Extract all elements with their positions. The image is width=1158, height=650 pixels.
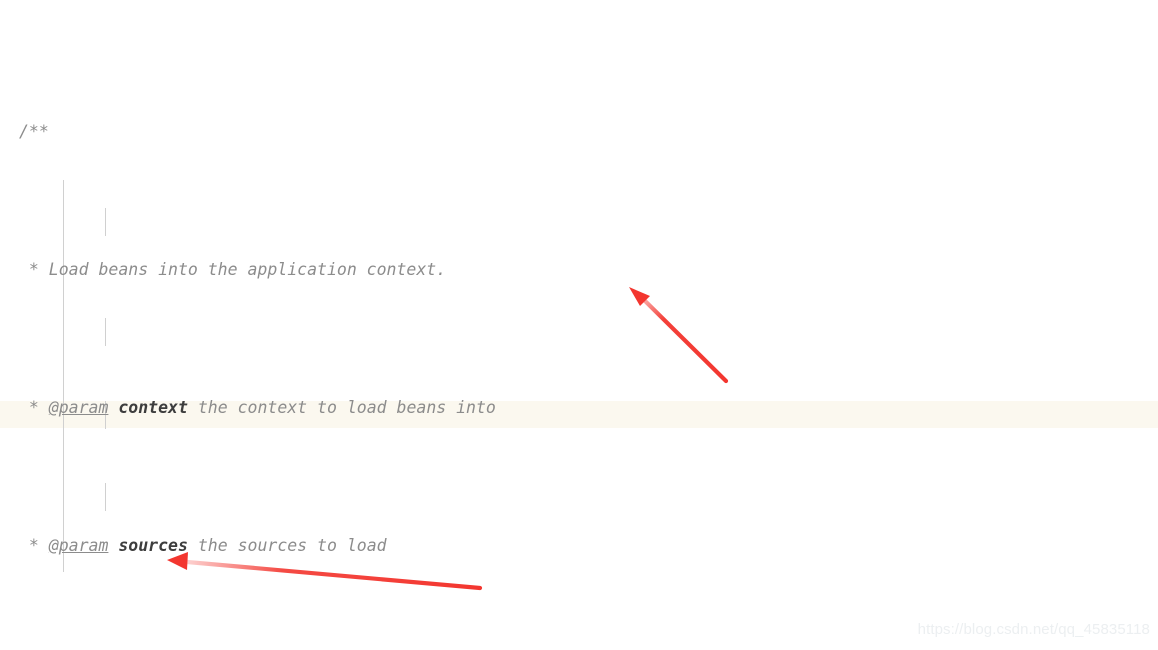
code-lines[interactable]: /** * Load beans into the application co… [0,8,1158,650]
javadoc-bullet: * [19,398,49,418]
javadoc-param-desc-context: the context to load beans into [197,398,496,418]
javadoc-space-3 [108,536,118,555]
code-line-javadoc-open[interactable]: /** [0,118,1158,146]
javadoc-space [108,398,118,417]
code-line-javadoc-param-context[interactable]: * @param context the context to load bea… [0,394,1158,422]
javadoc-param-tag-2: @param [48,536,109,556]
code-editor[interactable]: /** * Load beans into the application co… [0,0,1158,650]
javadoc-description-token: * Load beans into the application contex… [19,260,447,280]
watermark-url: https://blog.csdn.net/qq_45835118 [917,621,1150,639]
javadoc-param-desc-sources: the sources to load [197,536,387,556]
javadoc-space-4 [188,536,198,555]
javadoc-param-name-sources: sources [118,536,188,556]
javadoc-bullet-2: * [19,536,49,556]
javadoc-space-2 [188,398,198,417]
javadoc-param-name-context: context [118,398,188,418]
code-line-javadoc-description[interactable]: * Load beans into the application contex… [0,256,1158,284]
javadoc-open-token: /** [19,122,49,142]
code-line-javadoc-param-sources[interactable]: * @param sources the sources to load [0,532,1158,560]
javadoc-param-tag: @param [48,398,109,418]
